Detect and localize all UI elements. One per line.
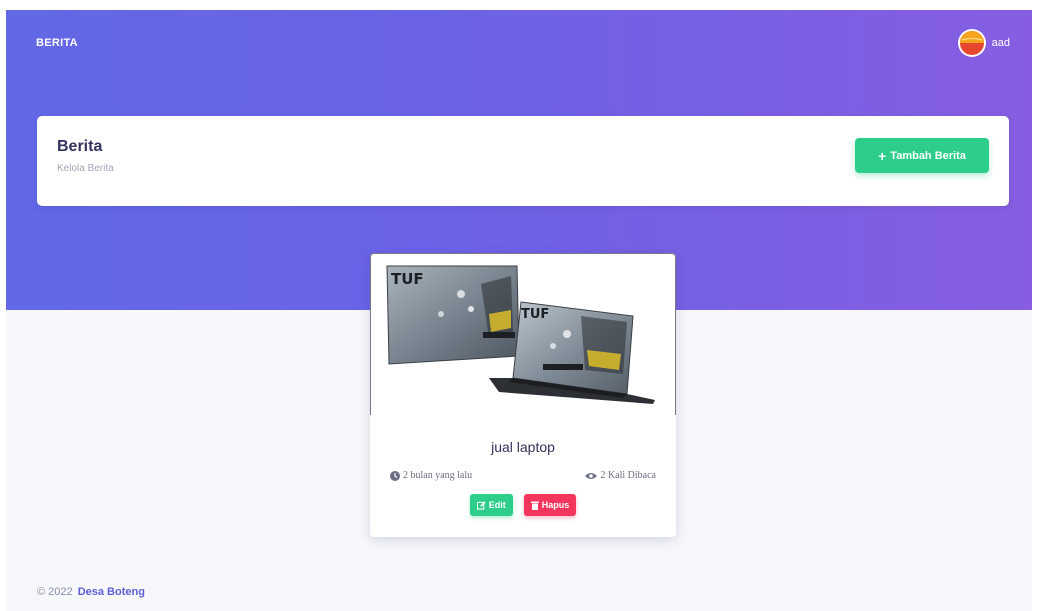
news-thumbnail[interactable]: TUF TUF — [370, 253, 676, 415]
svg-text:TUF: TUF — [521, 307, 549, 322]
edit-label: Edit — [488, 500, 506, 510]
avatar-icon[interactable] — [957, 29, 986, 57]
eye-icon — [585, 472, 598, 479]
clock-icon — [390, 470, 400, 481]
page-subtitle: Kelola Berita — [57, 163, 114, 174]
delete-label: Hapus — [541, 500, 570, 510]
news-title[interactable]: jual laptop — [370, 439, 676, 455]
news-time: 2 bulan yang lalu — [390, 470, 472, 481]
page-title: Berita — [57, 138, 103, 155]
add-news-button[interactable]: + Tambah Berita — [855, 138, 989, 173]
news-actions: Edit Hapus — [370, 494, 676, 516]
footer-copyright: © 2022 — [37, 586, 73, 598]
trash-icon — [530, 501, 539, 510]
page-header-card: Berita Kelola Berita + Tambah Berita — [37, 116, 1009, 206]
plus-icon: + — [878, 147, 887, 164]
laptop-logo: TUF — [391, 270, 424, 288]
news-card: TUF TUF jual laptop 2 bulan yang lalu 2 … — [370, 253, 676, 537]
delete-button[interactable]: Hapus — [523, 494, 577, 516]
footer: © 2022 Desa Boteng — [37, 586, 145, 598]
news-views-text: 2 Kali Dibaca — [600, 470, 656, 481]
footer-org-link[interactable]: Desa Boteng — [78, 586, 145, 598]
edit-icon — [476, 500, 486, 510]
edit-button[interactable]: Edit — [469, 494, 513, 516]
news-time-text: 2 bulan yang lalu — [403, 470, 473, 481]
user-menu[interactable]: aad — [957, 29, 1010, 57]
navbar-brand[interactable]: BERITA — [36, 37, 78, 49]
app-frame: BERITA aad Berita Kelola Berita + Tambah… — [6, 10, 1032, 611]
add-news-label: Tambah Berita — [890, 149, 966, 162]
user-name[interactable]: aad — [992, 37, 1010, 49]
news-views: 2 Kali Dibaca — [585, 470, 656, 481]
